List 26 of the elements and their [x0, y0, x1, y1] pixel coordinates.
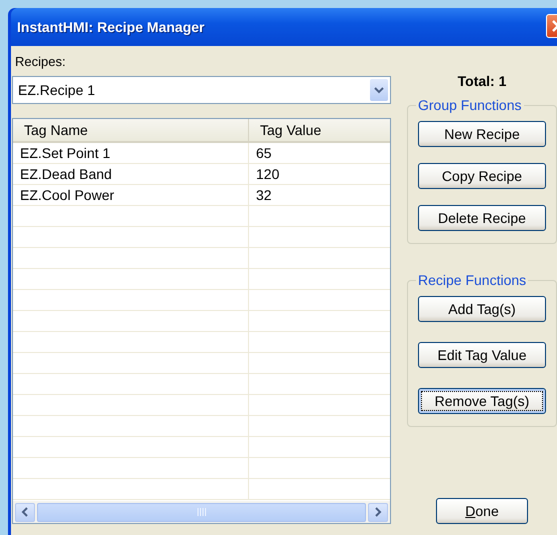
table-cell-text: 120: [255, 165, 280, 184]
window-title: InstantHMI: Recipe Manager: [17, 19, 204, 35]
table-cell: EZ.Set Point 1: [13, 143, 249, 163]
table-cell: EZ.Dead Band: [13, 164, 249, 184]
table-cell: EZ.Cool Power: [13, 185, 249, 205]
scroll-left-icon[interactable]: [15, 502, 35, 522]
recipes-label: Recipes:: [14, 54, 67, 71]
table-cell-text: 32: [255, 186, 273, 205]
function-button[interactable]: Delete Recipe: [418, 205, 546, 231]
function-button[interactable]: Copy Recipe: [418, 163, 546, 189]
function-button[interactable]: Remove Tag(s): [418, 388, 546, 414]
group-title: Group Functions: [417, 97, 522, 113]
group-title: Recipe Functions: [417, 272, 528, 288]
column-header[interactable]: Tag Value: [249, 119, 390, 141]
column-header[interactable]: Tag Name: [13, 119, 249, 141]
recipe-dropdown[interactable]: EZ.Recipe 1: [12, 76, 391, 104]
function-button[interactable]: Add Tag(s): [418, 296, 546, 322]
function-button[interactable]: New Recipe: [418, 121, 546, 147]
horizontal-scrollbar[interactable]: [13, 501, 390, 523]
function-button[interactable]: Edit Tag Value: [418, 342, 546, 368]
total-count: Total: 1: [458, 73, 506, 89]
tag-list[interactable]: Tag Name Tag Value EZ.Set Point 1 65 EZ.Dead Band 120 EZ.Cool Power 32: [12, 118, 391, 524]
scroll-thumb[interactable]: [37, 502, 366, 522]
done-button[interactable]: Done: [436, 498, 528, 524]
table-cell-text: 65: [255, 144, 273, 163]
scroll-right-icon[interactable]: [368, 502, 388, 522]
